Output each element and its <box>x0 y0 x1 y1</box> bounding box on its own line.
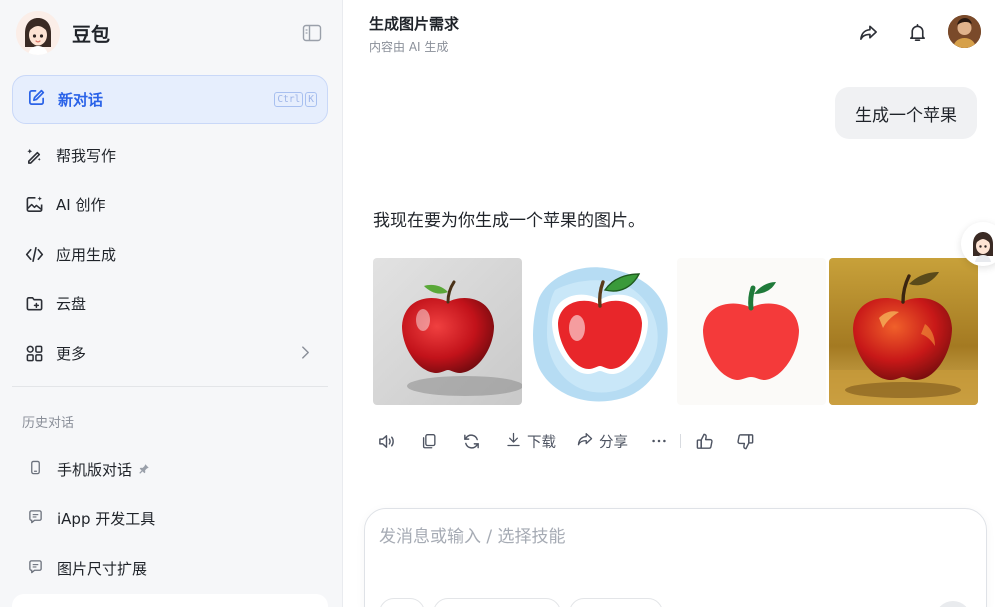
image-sparkle-icon <box>24 194 44 214</box>
message-actions: 下载 分享 <box>377 428 755 454</box>
user-avatar[interactable] <box>948 15 981 48</box>
chat-title: 生成图片需求 <box>369 15 460 33</box>
doubao-avatar <box>16 11 60 55</box>
generated-image-watercolor-apple[interactable] <box>525 258 674 405</box>
share-icon <box>576 430 594 452</box>
history-item[interactable]: 手机版对话 <box>12 449 328 489</box>
generated-images <box>373 258 978 405</box>
bell-icon[interactable] <box>903 18 931 46</box>
nav-label: 云盘 <box>56 294 87 313</box>
nav-label: 应用生成 <box>56 245 117 264</box>
shortcut-key-ctrl: Ctrl <box>274 92 304 107</box>
nav-item-app-gen[interactable]: 应用生成 <box>12 232 328 276</box>
code-icon <box>24 244 44 264</box>
sidebar-toggle-icon[interactable] <box>302 24 322 42</box>
cloud-folder-icon <box>24 293 44 313</box>
download-button[interactable]: 下载 <box>505 431 556 452</box>
shortcut-hint: Ctrl K <box>274 92 317 107</box>
nav-label: AI 创作 <box>56 195 106 214</box>
new-chat-label: 新对话 <box>58 91 104 109</box>
nav-item-more[interactable]: 更多 <box>12 331 328 375</box>
message-input[interactable] <box>379 527 939 547</box>
shortcut-key-k: K <box>305 92 317 107</box>
pin-icon <box>138 460 150 479</box>
nav-label: 更多 <box>56 344 87 363</box>
brand-name: 豆包 <box>72 23 111 46</box>
generated-image-oil-painting-apple[interactable] <box>829 258 978 405</box>
history-item-active[interactable] <box>12 594 328 607</box>
share-icon[interactable] <box>854 18 882 46</box>
chat-bubble-icon <box>28 559 43 578</box>
user-message: 生成一个苹果 <box>835 87 977 139</box>
regenerate-icon[interactable] <box>462 432 481 451</box>
share-label: 分享 <box>599 434 628 451</box>
edit-icon <box>27 88 46 111</box>
copy-icon[interactable] <box>420 432 438 450</box>
history-item[interactable]: iApp 开发工具 <box>12 498 328 538</box>
more-icon[interactable] <box>650 432 668 450</box>
phone-icon <box>28 460 43 479</box>
ai-message: 我现在要为你生成一个苹果的图片。 <box>373 211 645 231</box>
history-label: 手机版对话 <box>57 460 133 479</box>
nav-label: 帮我写作 <box>56 146 117 165</box>
thumbs-down-icon[interactable] <box>736 432 755 451</box>
sidebar: 豆包 新对话 Ctrl K 帮我写作 AI 创作 应用生成 云盘 更多 历史对话… <box>0 0 343 607</box>
grid-icon <box>24 343 44 363</box>
chevron-right-icon <box>301 345 310 364</box>
share-button[interactable]: 分享 <box>576 430 628 452</box>
generated-image-flat-apple[interactable] <box>677 258 826 405</box>
generated-image-realistic-apple[interactable] <box>373 258 522 405</box>
brand[interactable]: 豆包 <box>16 11 110 55</box>
actions-divider <box>680 434 681 448</box>
chat-bubble-icon <box>28 509 43 528</box>
message-composer <box>364 508 987 607</box>
speaker-icon[interactable] <box>377 432 396 451</box>
chat-subtitle: 内容由 AI 生成 <box>369 40 449 54</box>
history-label: 图片尺寸扩展 <box>57 559 148 578</box>
history-label: iApp 开发工具 <box>57 509 156 528</box>
new-chat-button[interactable]: 新对话 Ctrl K <box>12 75 328 124</box>
download-icon <box>505 431 522 452</box>
nav-item-ai-create[interactable]: AI 创作 <box>12 182 328 226</box>
skill-chip[interactable] <box>569 598 663 607</box>
attach-button[interactable] <box>379 598 425 607</box>
history-title: 历史对话 <box>22 416 75 431</box>
nav-item-writing[interactable]: 帮我写作 <box>12 133 328 177</box>
app-window: 豆包 新对话 Ctrl K 帮我写作 AI 创作 应用生成 云盘 更多 历史对话… <box>0 0 995 607</box>
skill-chip[interactable] <box>433 598 561 607</box>
thumbs-up-icon[interactable] <box>695 432 714 451</box>
sidebar-divider <box>12 386 328 387</box>
nav-item-cloud[interactable]: 云盘 <box>12 281 328 325</box>
send-button[interactable] <box>935 601 971 607</box>
download-label: 下载 <box>527 434 556 451</box>
history-item[interactable]: 图片尺寸扩展 <box>12 548 328 588</box>
pen-sparkle-icon <box>24 145 44 165</box>
